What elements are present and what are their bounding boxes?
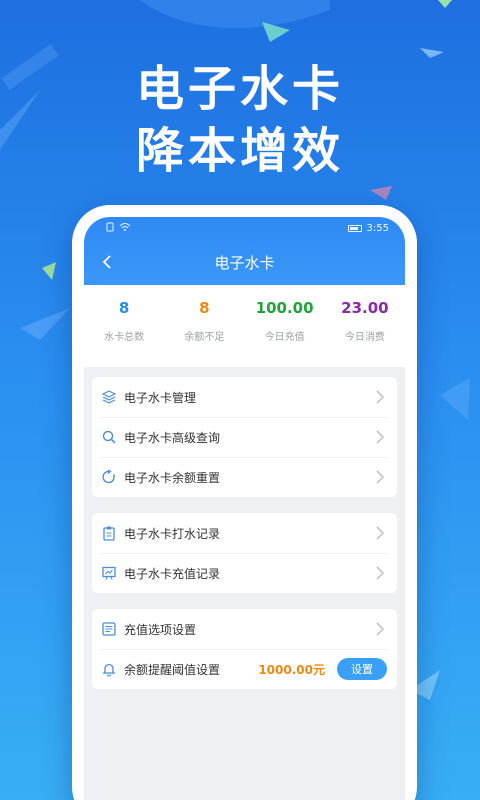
menu-item-label: 电子水卡打水记录 bbox=[124, 526, 221, 541]
wifi-icon bbox=[119, 222, 131, 235]
stat-label: 余额不足 bbox=[184, 332, 225, 343]
menu-group-records: 电子水卡打水记录 电子水卡充值记录 bbox=[92, 513, 397, 593]
stat-value: 8 bbox=[118, 299, 130, 317]
phone-screen: 3:55 电子水卡 8 水卡总数 8 余额不足 100.00 今日充值 23.0… bbox=[84, 217, 405, 800]
hero-title: 电子水卡 降本增效 bbox=[0, 58, 480, 182]
menu-item-label: 电子水卡余额重置 bbox=[124, 470, 221, 485]
chevron-right-icon bbox=[373, 622, 387, 636]
chevron-right-icon bbox=[373, 566, 387, 580]
chevron-right-icon bbox=[373, 430, 387, 444]
clipboard-icon bbox=[100, 524, 118, 542]
threshold-amount: 1000.00元 bbox=[258, 662, 325, 677]
menu-item-recharge-records[interactable]: 电子水卡充值记录 bbox=[92, 553, 397, 593]
chevron-right-icon bbox=[373, 470, 387, 484]
hero-line-1: 电子水卡 bbox=[135, 61, 344, 117]
battery-icon bbox=[347, 224, 362, 232]
stat-total-cards: 8 水卡总数 bbox=[84, 299, 164, 367]
chevron-right-icon bbox=[373, 390, 387, 404]
menu-group-cards: 电子水卡管理 电子水卡高级查询 电子水卡余额重置 bbox=[92, 377, 397, 497]
chart-board-icon bbox=[100, 564, 118, 582]
stat-value: 8 bbox=[199, 299, 210, 317]
stat-today-recharge: 100.00 今日充值 bbox=[245, 299, 325, 367]
list-settings-icon bbox=[100, 620, 118, 638]
chevron-right-icon bbox=[373, 526, 387, 540]
stat-label: 水卡总数 bbox=[104, 332, 145, 343]
refresh-icon bbox=[100, 468, 118, 486]
stat-value: 100.00 bbox=[255, 299, 314, 317]
stat-value: 23.00 bbox=[341, 299, 389, 317]
status-time: 3:55 bbox=[366, 222, 389, 234]
set-threshold-button[interactable]: 设置 bbox=[337, 658, 387, 680]
menu-item-recharge-options[interactable]: 充值选项设置 bbox=[92, 609, 397, 649]
menu-item-balance-reset[interactable]: 电子水卡余额重置 bbox=[92, 457, 397, 497]
menu-item-balance-threshold: 余额提醒阈值设置 1000.00元 设置 bbox=[92, 649, 397, 689]
stat-label: 今日消费 bbox=[344, 332, 385, 343]
back-button[interactable] bbox=[92, 247, 122, 277]
menu-item-card-management[interactable]: 电子水卡管理 bbox=[92, 377, 397, 417]
stats-panel: 8 水卡总数 8 余额不足 100.00 今日充值 23.00 今日消费 bbox=[84, 285, 405, 367]
status-bar: 3:55 bbox=[84, 217, 405, 239]
stat-today-consumption: 23.00 今日消费 bbox=[325, 299, 405, 367]
stat-label: 今日充值 bbox=[264, 332, 305, 343]
menu-item-label: 电子水卡充值记录 bbox=[124, 566, 221, 581]
sim-icon bbox=[106, 222, 114, 235]
menu-group-settings: 充值选项设置 余额提醒阈值设置 1000.00元 设置 bbox=[92, 609, 397, 689]
menu-item-label: 充值选项设置 bbox=[124, 622, 197, 637]
menu-item-label: 余额提醒阈值设置 bbox=[124, 662, 221, 677]
chevron-left-icon bbox=[102, 255, 111, 269]
menu-item-advanced-search[interactable]: 电子水卡高级查询 bbox=[92, 417, 397, 457]
phone-frame: 3:55 电子水卡 8 水卡总数 8 余额不足 100.00 今日充值 23.0… bbox=[72, 205, 417, 800]
app-title: 电子水卡 bbox=[214, 253, 275, 272]
layers-icon bbox=[100, 388, 118, 406]
menu-item-label: 电子水卡高级查询 bbox=[124, 430, 221, 445]
app-header: 3:55 电子水卡 bbox=[84, 217, 405, 285]
bell-icon bbox=[100, 660, 118, 678]
stat-low-balance: 8 余额不足 bbox=[164, 299, 244, 367]
menu-item-water-records[interactable]: 电子水卡打水记录 bbox=[92, 513, 397, 553]
menu-item-label: 电子水卡管理 bbox=[124, 390, 197, 405]
search-icon bbox=[100, 428, 118, 446]
hero-line-2: 降本增效 bbox=[135, 123, 344, 179]
